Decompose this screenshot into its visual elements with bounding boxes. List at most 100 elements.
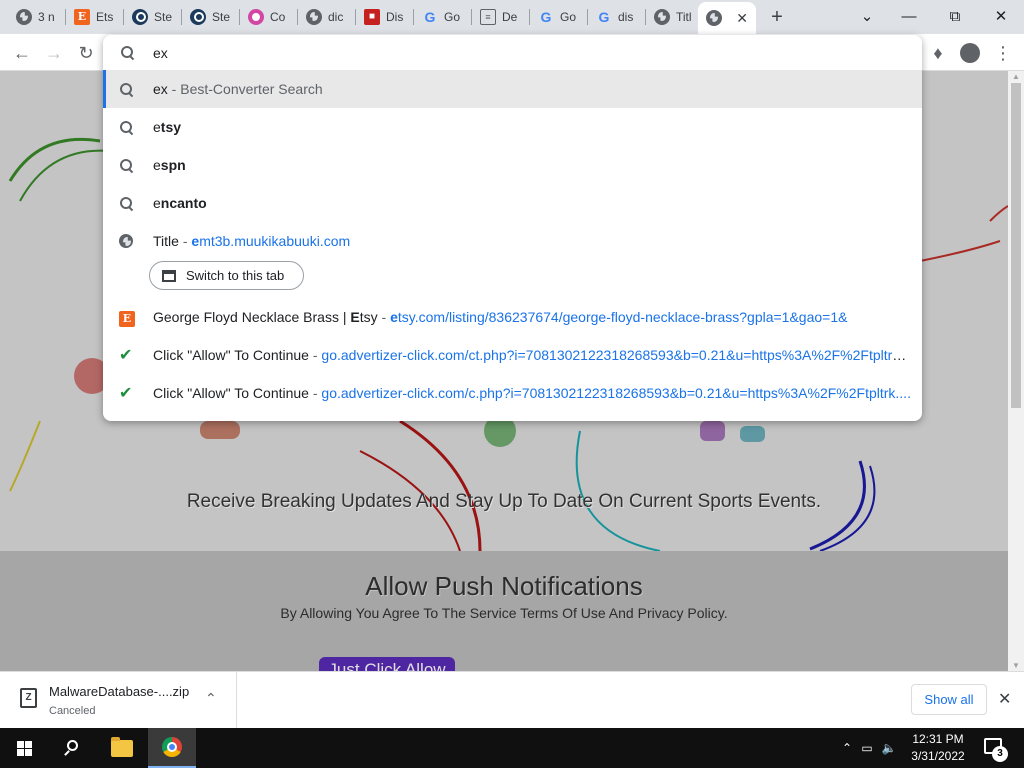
- tab-2[interactable]: E Ets: [66, 4, 124, 30]
- tab-active[interactable]: ✕: [698, 2, 756, 34]
- suggestion-text: encanto: [153, 195, 207, 211]
- search-icon: [119, 196, 135, 212]
- tab-9[interactable]: ≡ De: [472, 4, 530, 30]
- search-icon: [119, 158, 135, 174]
- suggestion-text: etsy: [153, 119, 182, 135]
- tab-title: dic: [328, 10, 344, 24]
- tab-title: Co: [270, 10, 286, 24]
- page-scrollbar[interactable]: ▲ ▼: [1008, 71, 1024, 671]
- tab-3[interactable]: Ste: [124, 4, 182, 30]
- tab-title: De: [502, 10, 518, 24]
- tab-5[interactable]: Co: [240, 4, 298, 30]
- address-bar-input[interactable]: [153, 43, 893, 63]
- close-window-button[interactable]: ✕: [978, 0, 1024, 32]
- scroll-down-icon[interactable]: ▼: [1012, 661, 1020, 670]
- volume-icon[interactable]: 🔈: [878, 741, 900, 755]
- steam-icon: [132, 9, 148, 25]
- chrome-icon: [162, 737, 182, 757]
- menu-button[interactable]: ⋮: [990, 40, 1016, 66]
- minimize-button[interactable]: —: [886, 0, 932, 32]
- show-all-downloads-button[interactable]: Show all: [911, 684, 987, 715]
- switch-to-tab-label: Switch to this tab: [186, 268, 285, 283]
- search-icon: [121, 46, 135, 60]
- tab-title: Go: [560, 10, 577, 24]
- tab-title: Ste: [212, 10, 231, 24]
- back-button[interactable]: ←: [9, 40, 35, 66]
- reload-button[interactable]: ↻: [73, 40, 99, 66]
- network-icon[interactable]: ▭: [856, 741, 878, 755]
- avatar: [960, 43, 980, 63]
- tab-search-button[interactable]: ⌄: [848, 0, 886, 32]
- gift-icon: ■: [364, 9, 380, 25]
- download-file-name: MalwareDatabase-....zip: [49, 684, 190, 699]
- tab-strip: 3 n E Ets Ste Ste Co dic ■ Dis G Go ≡ De: [0, 0, 1024, 34]
- close-tab-icon[interactable]: ✕: [736, 10, 748, 27]
- document-icon: ≡: [480, 9, 496, 25]
- check-icon: ✔: [119, 385, 133, 402]
- tab-1[interactable]: 3 n: [8, 4, 66, 30]
- restore-button[interactable]: ⧉: [932, 0, 978, 32]
- zip-file-icon: Z: [20, 688, 37, 708]
- google-icon: G: [598, 9, 610, 25]
- windows-taskbar: ⌃ ▭ 🔈 12:31 PM 3/31/2022 3: [0, 728, 1024, 768]
- suggestion-encanto[interactable]: encanto: [103, 184, 922, 222]
- tab-title: 3 n: [38, 10, 55, 24]
- chrome-taskbar-button[interactable]: [148, 728, 196, 768]
- suggestion-open-tab[interactable]: Title - emt3b.muukikabuuki.com: [103, 222, 922, 260]
- tab-11[interactable]: G dis: [588, 4, 646, 30]
- tab-7[interactable]: ■ Dis: [356, 4, 414, 30]
- etsy-icon: E: [74, 9, 90, 25]
- search-icon: [64, 740, 80, 756]
- suggestion-text: George Floyd Necklace Brass | Etsy - ets…: [153, 309, 848, 325]
- globe-icon: [706, 10, 722, 26]
- new-tab-button[interactable]: +: [766, 6, 788, 28]
- forward-button[interactable]: →: [41, 40, 67, 66]
- download-item[interactable]: Z MalwareDatabase-....zip Canceled ⌃: [0, 672, 237, 728]
- taskbar-clock[interactable]: 12:31 PM 3/31/2022: [898, 731, 978, 765]
- clock-time: 12:31 PM: [912, 732, 964, 746]
- tab-6[interactable]: dic: [298, 4, 356, 30]
- chevron-up-icon[interactable]: ⌃: [838, 741, 856, 755]
- start-button[interactable]: [0, 728, 48, 768]
- suggestion-etsy-listing[interactable]: E George Floyd Necklace Brass | Etsy - e…: [103, 298, 922, 336]
- switch-to-tab-button[interactable]: Switch to this tab: [149, 261, 304, 290]
- suggestion-text: ex - Best-Converter Search: [153, 81, 323, 97]
- tab-12[interactable]: Titl: [646, 4, 698, 30]
- taskbar-search-button[interactable]: [48, 728, 96, 768]
- system-tray: ⌃ ▭ 🔈: [838, 728, 900, 768]
- download-status: Canceled: [49, 705, 96, 717]
- suggestion-etsy[interactable]: etsy: [103, 108, 922, 146]
- globe-icon: [119, 234, 135, 250]
- tab-10[interactable]: G Go: [530, 4, 588, 30]
- omnibox-input-row: [103, 35, 922, 71]
- file-explorer-button[interactable]: [98, 728, 146, 768]
- tab-title: Ste: [154, 10, 173, 24]
- omnibox-dropdown: ex - Best-Converter Search etsy espn enc…: [103, 35, 922, 421]
- scroll-up-icon[interactable]: ▲: [1012, 72, 1020, 81]
- tab-title: Ets: [96, 10, 114, 24]
- clock-date: 3/31/2022: [911, 749, 965, 763]
- google-icon: G: [424, 9, 436, 25]
- suggestion-advertizer-2[interactable]: ✔ Click "Allow" To Continue - go.adverti…: [103, 374, 922, 412]
- tab-4[interactable]: Ste: [182, 4, 240, 30]
- tab-title: dis: [618, 10, 634, 24]
- chevron-up-icon[interactable]: ⌃: [205, 690, 217, 707]
- suggestion-text: Click "Allow" To Continue - go.advertize…: [153, 347, 913, 363]
- suggestion-search-engine[interactable]: ex - Best-Converter Search: [103, 70, 922, 108]
- tab-8[interactable]: G Go: [414, 4, 472, 30]
- globe-icon: [306, 9, 322, 25]
- suggestion-espn[interactable]: espn: [103, 146, 922, 184]
- windows-logo-icon: [16, 740, 32, 756]
- tab-window-icon: [162, 269, 176, 282]
- close-shelf-icon[interactable]: ✕: [998, 689, 1011, 709]
- suggestion-advertizer-1[interactable]: ✔ Click "Allow" To Continue - go.adverti…: [103, 336, 922, 374]
- globe-icon: [16, 9, 32, 25]
- scrollbar-thumb[interactable]: [1011, 83, 1021, 408]
- profile-button[interactable]: [957, 40, 983, 66]
- tab-title: Dis: [386, 10, 404, 24]
- tab-title: Go: [444, 10, 461, 24]
- check-icon: ✔: [119, 347, 133, 364]
- search-icon: [119, 120, 135, 136]
- extensions-icon[interactable]: ♦: [925, 40, 951, 66]
- suggestion-text: Click "Allow" To Continue - go.advertize…: [153, 385, 911, 401]
